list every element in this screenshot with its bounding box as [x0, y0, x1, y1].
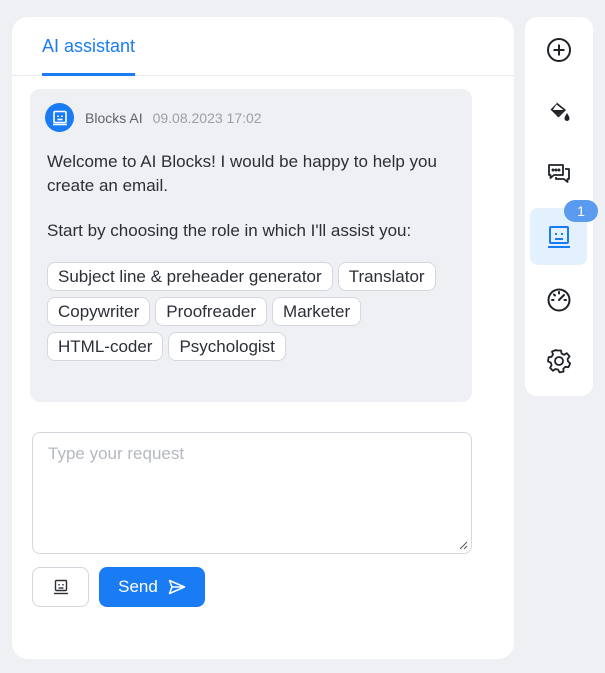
role-chip-subject-line[interactable]: Subject line & preheader generator: [47, 262, 333, 291]
send-icon: [168, 579, 186, 595]
ai-avatar: [45, 103, 74, 132]
message-welcome-text: Welcome to AI Blocks! I would be happy t…: [47, 152, 437, 195]
toolbar-settings[interactable]: [530, 332, 587, 389]
paint-bucket-icon: [550, 100, 569, 121]
gear-icon: [546, 348, 571, 373]
request-input[interactable]: Type your request: [32, 432, 472, 554]
resize-handle-icon: [459, 541, 468, 550]
request-placeholder: Type your request: [48, 444, 185, 463]
chat-bubbles-icon: [547, 163, 570, 183]
select-role-button[interactable]: [32, 567, 89, 607]
tab-header: AI assistant: [12, 17, 514, 76]
message-prompt-text: Start by choosing the role in which I'll…: [47, 221, 412, 240]
gauge-icon: [547, 288, 570, 311]
role-chip-psychologist[interactable]: Psychologist: [168, 332, 286, 361]
assistant-message: Blocks AI 09.08.2023 17:02 Welcome to AI…: [30, 89, 472, 402]
plus-circle-icon: [546, 37, 571, 62]
role-chip-marketer[interactable]: Marketer: [272, 297, 362, 326]
toolbar-comments[interactable]: [530, 145, 587, 202]
send-button[interactable]: Send: [99, 567, 205, 607]
role-chip-html-coder[interactable]: HTML-coder: [47, 332, 164, 361]
ai-robot-icon: [547, 225, 570, 248]
role-chip-translator[interactable]: Translator: [337, 262, 436, 291]
tab-ai-assistant[interactable]: AI assistant: [42, 36, 136, 76]
toolbar-add[interactable]: [530, 21, 587, 78]
role-chips: Subject line & preheader generator Trans…: [47, 262, 457, 361]
toolbar-performance[interactable]: [530, 270, 587, 327]
role-chip-proofreader[interactable]: Proofreader: [155, 297, 268, 326]
ai-robot-icon: [52, 110, 67, 125]
message-sender: Blocks AI: [85, 109, 143, 126]
message-header: Blocks AI 09.08.2023 17:02: [45, 103, 262, 132]
role-chip-copywriter[interactable]: Copywriter: [47, 297, 151, 326]
send-label: Send: [118, 577, 158, 596]
toolbar-appearance[interactable]: [530, 83, 587, 140]
message-timestamp: 09.08.2023 17:02: [152, 109, 262, 126]
ai-robot-icon: [53, 579, 68, 595]
notification-badge: 1: [564, 200, 598, 222]
